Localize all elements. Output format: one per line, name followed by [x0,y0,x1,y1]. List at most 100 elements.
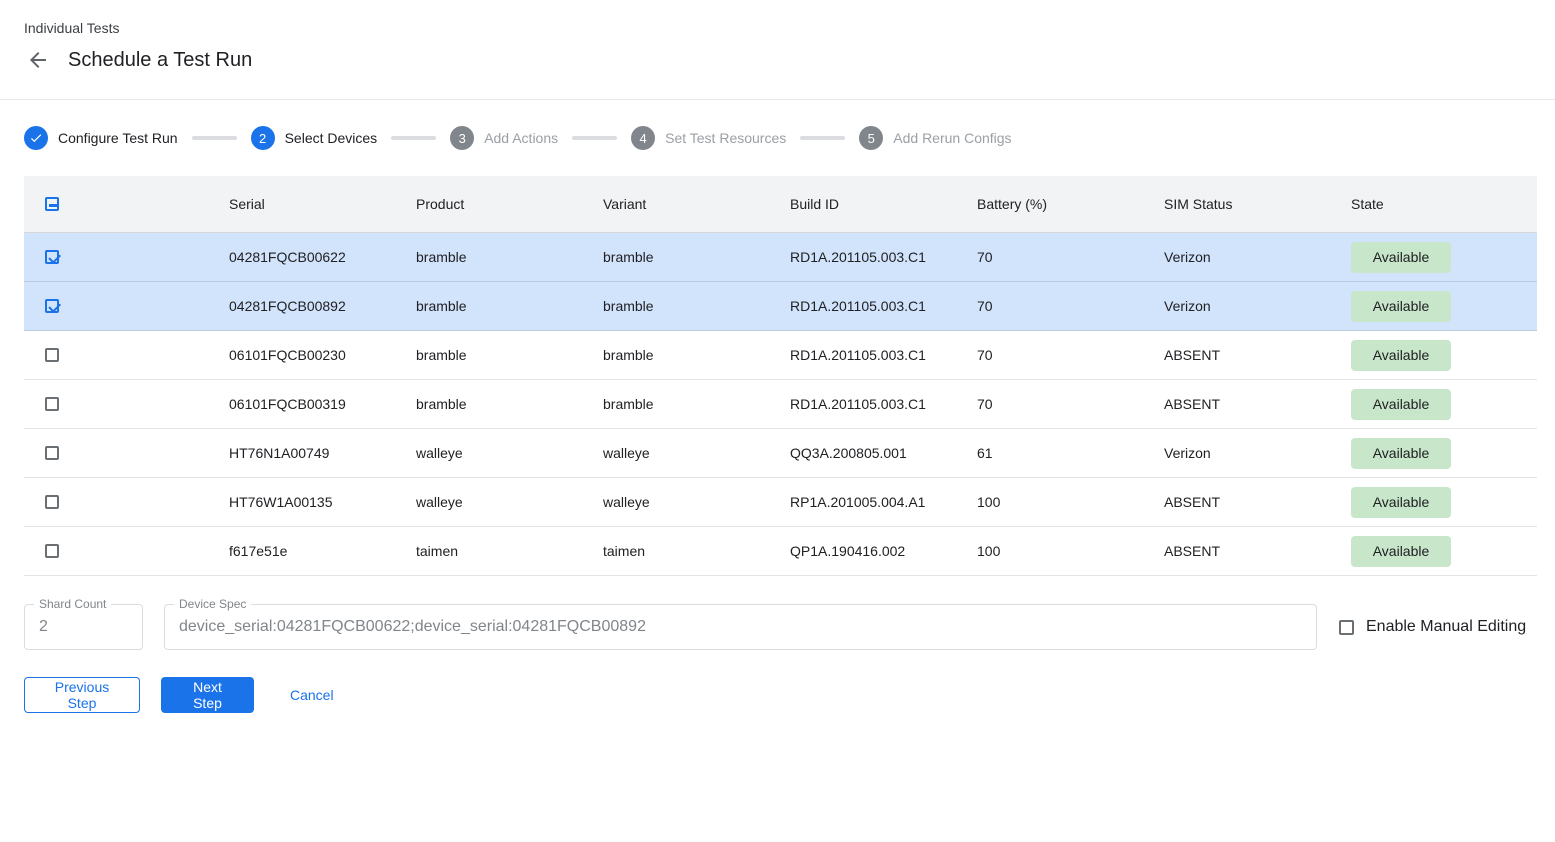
cell-sim-status: ABSENT [1164,494,1351,510]
cell-product: walleye [416,494,603,510]
enable-manual-editing-label: Enable Manual Editing [1366,618,1526,636]
row-checkbox[interactable] [45,495,59,509]
enable-manual-editing[interactable]: Enable Manual Editing [1339,618,1526,636]
shard-count-field[interactable]: Shard Count 2 [24,604,143,650]
state-badge: Available [1351,389,1451,420]
cell-build-id: QQ3A.200805.001 [790,445,977,461]
back-arrow-icon[interactable] [26,48,50,72]
cell-state: Available [1351,389,1537,420]
step-label: Set Test Resources [665,130,786,146]
cell-state: Available [1351,291,1537,322]
title-row: Schedule a Test Run [24,48,1531,72]
column-header-state: State [1351,196,1537,212]
cell-product: bramble [416,396,603,412]
shard-count-label: Shard Count [34,597,111,611]
cell-sim-status: Verizon [1164,249,1351,265]
step-select-devices[interactable]: 2 Select Devices [251,126,378,150]
table-row[interactable]: f617e51etaimentaimenQP1A.190416.002100AB… [24,527,1537,576]
step-configure-test-run[interactable]: Configure Test Run [24,126,178,150]
step-number: 5 [859,126,883,150]
state-badge: Available [1351,536,1451,567]
step-connector [572,136,617,140]
cell-sim-status: ABSENT [1164,347,1351,363]
column-header-build-id: Build ID [790,196,977,212]
step-label: Configure Test Run [58,130,178,146]
breadcrumb: Individual Tests [24,20,1531,36]
step-label: Add Rerun Configs [893,130,1011,146]
device-table: Serial Product Variant Build ID Battery … [24,176,1537,576]
previous-step-button[interactable]: Previous Step [24,677,140,713]
table-row[interactable]: 04281FQCB00892bramblebrambleRD1A.201105.… [24,282,1537,331]
state-badge: Available [1351,340,1451,371]
state-badge: Available [1351,291,1451,322]
cell-state: Available [1351,242,1537,273]
step-number: 3 [450,126,474,150]
cell-battery: 61 [977,445,1164,461]
cell-sim-status: Verizon [1164,445,1351,461]
table-row[interactable]: HT76N1A00749walleyewalleyeQQ3A.200805.00… [24,429,1537,478]
state-badge: Available [1351,487,1451,518]
row-checkbox-cell [24,348,229,362]
column-header-sim-status: SIM Status [1164,196,1351,212]
step-set-test-resources[interactable]: 4 Set Test Resources [631,126,786,150]
row-checkbox[interactable] [45,348,59,362]
cell-build-id: RD1A.201105.003.C1 [790,347,977,363]
step-number: 4 [631,126,655,150]
step-add-rerun-configs[interactable]: 5 Add Rerun Configs [859,126,1011,150]
device-spec-value: device_serial:04281FQCB00622;device_seri… [179,618,646,636]
shard-count-value: 2 [39,618,48,636]
cell-build-id: RD1A.201105.003.C1 [790,298,977,314]
state-badge: Available [1351,242,1451,273]
cell-serial: f617e51e [229,543,416,559]
cell-state: Available [1351,438,1537,469]
step-label: Select Devices [285,130,378,146]
page-title: Schedule a Test Run [68,49,252,72]
column-header-variant: Variant [603,196,790,212]
row-checkbox[interactable] [45,397,59,411]
step-number: 2 [251,126,275,150]
table-row[interactable]: 06101FQCB00319bramblebrambleRD1A.201105.… [24,380,1537,429]
device-spec-form: Shard Count 2 Device Spec device_serial:… [24,604,1531,650]
cell-sim-status: ABSENT [1164,396,1351,412]
row-checkbox[interactable] [45,544,59,558]
cell-variant: walleye [603,445,790,461]
column-header-battery: Battery (%) [977,196,1164,212]
row-checkbox[interactable] [45,299,59,313]
row-checkbox-cell [24,250,229,264]
cancel-button[interactable]: Cancel [274,677,350,713]
cell-build-id: QP1A.190416.002 [790,543,977,559]
row-checkbox-cell [24,544,229,558]
cell-product: taimen [416,543,603,559]
row-checkbox-cell [24,495,229,509]
cell-product: bramble [416,347,603,363]
enable-manual-editing-checkbox[interactable] [1339,620,1354,635]
cell-build-id: RP1A.201005.004.A1 [790,494,977,510]
cell-serial: 06101FQCB00230 [229,347,416,363]
cell-build-id: RD1A.201105.003.C1 [790,249,977,265]
step-connector [391,136,436,140]
page-header: Individual Tests Schedule a Test Run [0,0,1555,100]
step-add-actions[interactable]: 3Add Actions [450,126,558,150]
step-connector [800,136,845,140]
table-row[interactable]: 06101FQCB00230bramblebrambleRD1A.201105.… [24,331,1537,380]
select-all-checkbox[interactable] [45,197,59,211]
row-checkbox[interactable] [45,250,59,264]
cell-product: bramble [416,249,603,265]
cell-state: Available [1351,487,1537,518]
cell-variant: taimen [603,543,790,559]
action-buttons: Previous Step Next Step Cancel [24,677,1531,713]
table-row[interactable]: 04281FQCB00622bramblebrambleRD1A.201105.… [24,233,1537,282]
table-row[interactable]: HT76W1A00135walleyewalleyeRP1A.201005.00… [24,478,1537,527]
cell-variant: bramble [603,396,790,412]
cell-serial: 04281FQCB00622 [229,249,416,265]
row-checkbox[interactable] [45,446,59,460]
device-spec-field[interactable]: Device Spec device_serial:04281FQCB00622… [164,604,1317,650]
cell-serial: 06101FQCB00319 [229,396,416,412]
cell-variant: bramble [603,347,790,363]
cell-state: Available [1351,536,1537,567]
cell-serial: HT76N1A00749 [229,445,416,461]
step-check-icon [24,126,48,150]
next-step-button[interactable]: Next Step [161,677,254,713]
cell-sim-status: ABSENT [1164,543,1351,559]
step-connector [192,136,237,140]
